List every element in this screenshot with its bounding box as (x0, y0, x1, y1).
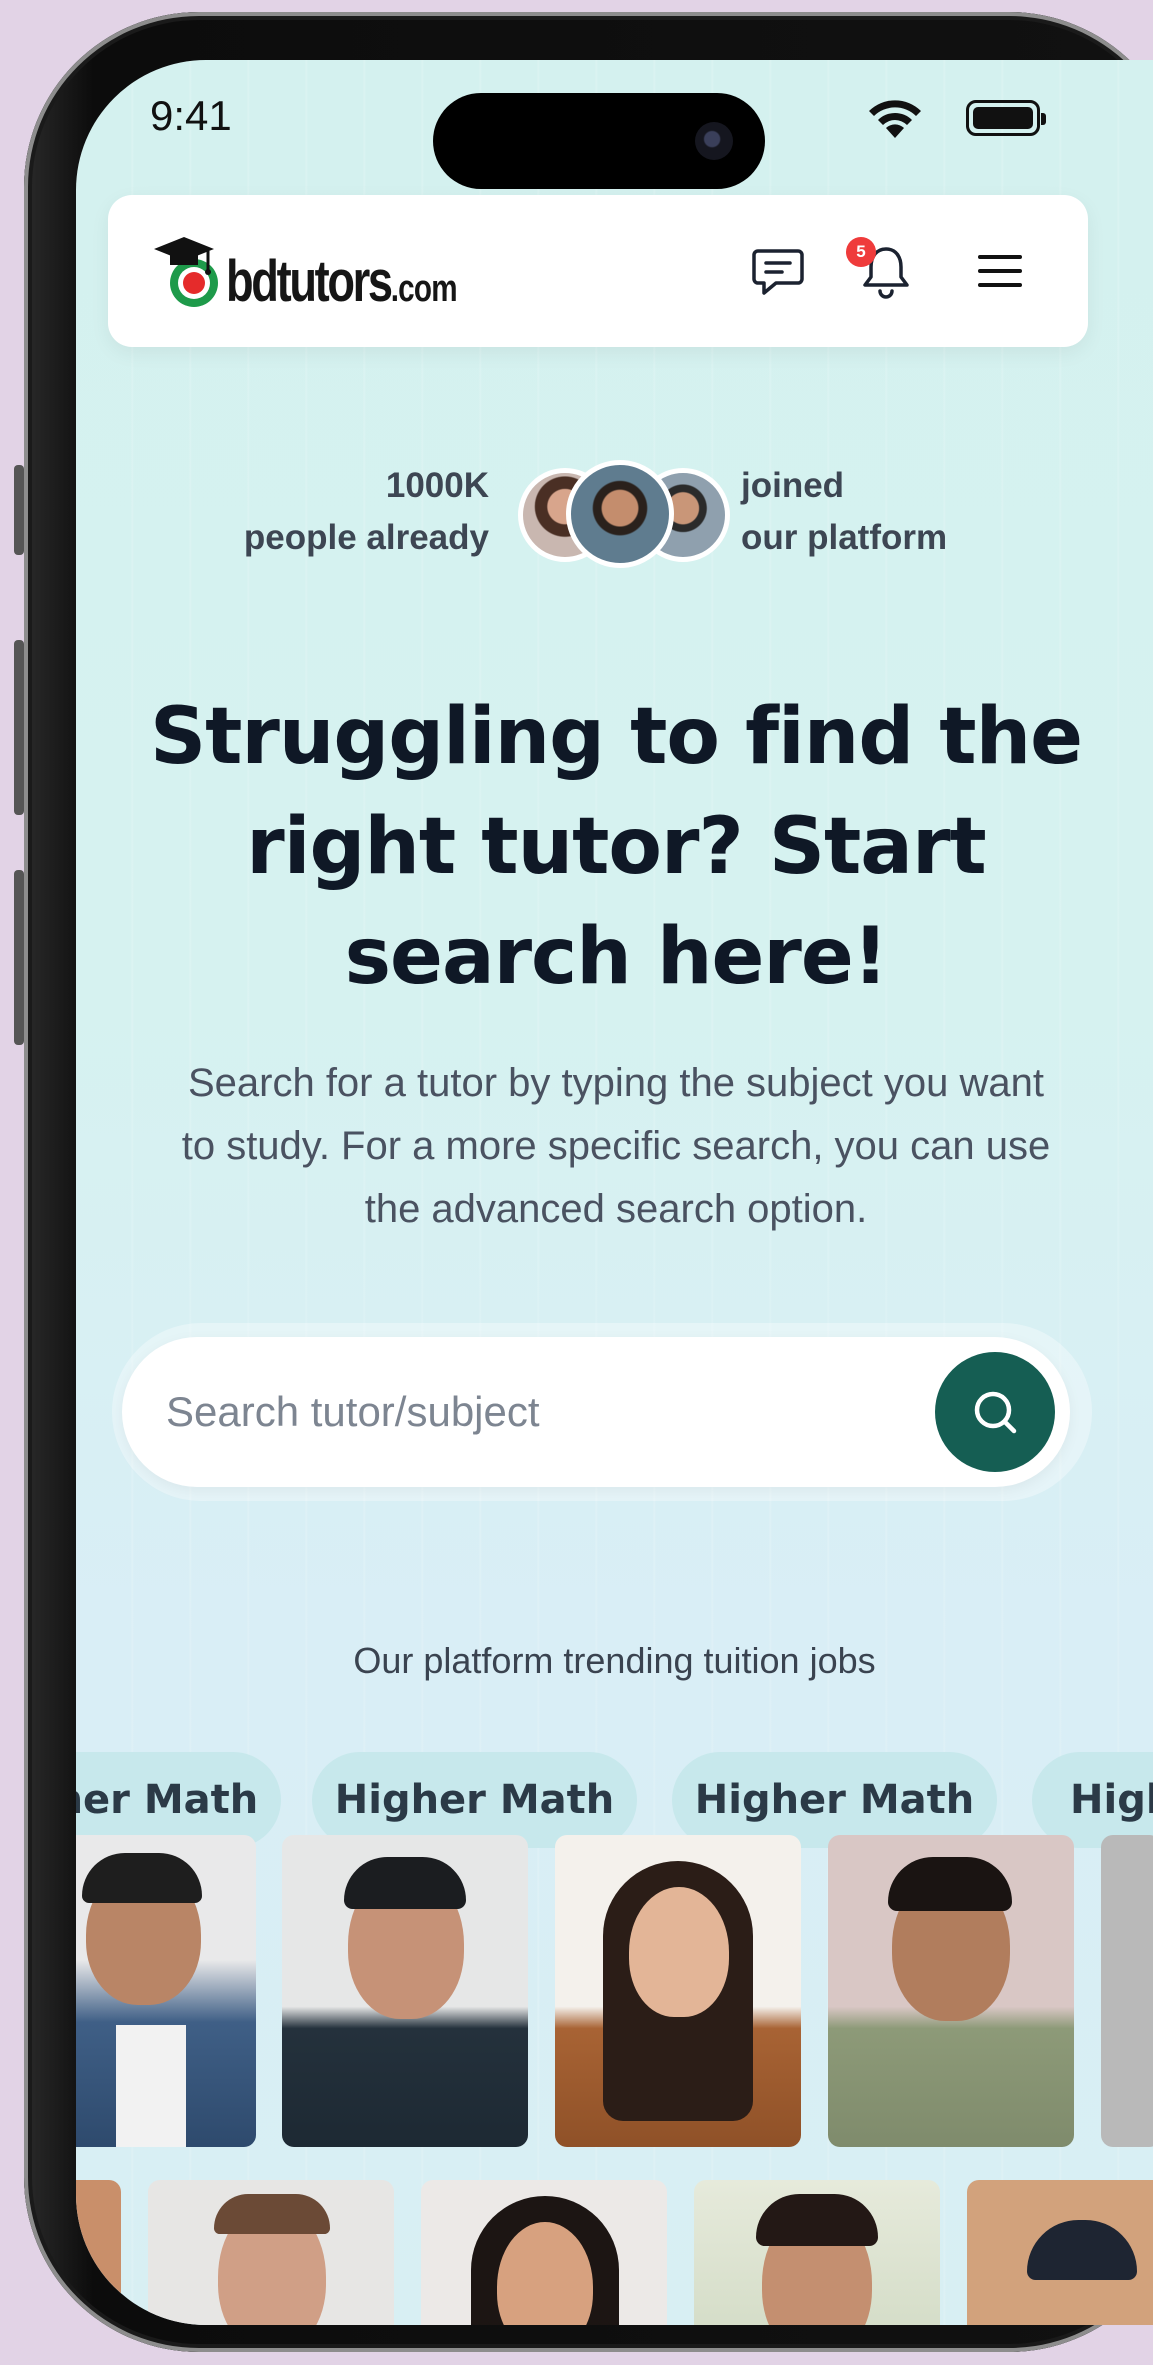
search-input[interactable] (166, 1367, 926, 1457)
search-icon (974, 1391, 1017, 1434)
logo-text: bdtutors.com (226, 249, 458, 314)
avatar (566, 460, 674, 568)
volume-up-button (14, 640, 24, 815)
tutor-card[interactable] (148, 2180, 394, 2325)
tutor-card[interactable] (555, 1835, 801, 2147)
tutor-card[interactable] (694, 2180, 940, 2325)
social-proof-left: 1000K people already (171, 460, 489, 564)
bdtutors-logo[interactable]: bdtutors.com (150, 231, 522, 311)
hamburger-menu-icon[interactable] (970, 241, 1030, 301)
action-button (14, 465, 24, 555)
search-bar (122, 1337, 1070, 1487)
battery-icon (966, 100, 1046, 136)
tutor-card[interactable] (421, 2180, 667, 2325)
social-proof-platform: our platform (741, 518, 948, 557)
user-count: 1000K (385, 466, 489, 505)
notification-badge: 5 (846, 237, 876, 267)
social-proof-joined: joined (741, 466, 845, 505)
tutor-card[interactable] (282, 1835, 528, 2147)
phone-screen: 9:41 bdtutors.com 5 1000K people already… (76, 60, 1153, 2325)
avatar-group (518, 460, 730, 570)
hero-headline: Struggling to find the right tutor? Star… (149, 692, 1083, 1002)
trending-title: Our platform trending tuition jobs (353, 1640, 876, 1681)
tutor-card[interactable] (76, 1835, 256, 2147)
graduation-cap-icon (150, 231, 230, 311)
tutor-card[interactable] (76, 2180, 121, 2325)
search-button[interactable] (935, 1352, 1055, 1472)
wifi-icon (869, 100, 921, 138)
volume-down-button (14, 870, 24, 1045)
top-navbar: bdtutors.com 5 (108, 195, 1088, 347)
trending-chip[interactable]: Higher Math (1032, 1752, 1153, 1848)
social-proof-right: joined our platform (741, 460, 1001, 564)
tutor-card[interactable] (967, 2180, 1153, 2325)
tutor-card[interactable] (828, 1835, 1074, 2147)
trending-chip[interactable]: Higher Math (312, 1752, 637, 1848)
social-proof-text: people already (243, 518, 489, 557)
trending-chip[interactable]: Higher Math (672, 1752, 997, 1848)
dynamic-island (433, 93, 765, 189)
hero-description: Search for a tutor by typing the subject… (181, 1061, 1051, 1231)
chat-icon[interactable] (748, 241, 808, 301)
tutor-card[interactable] (1101, 1835, 1153, 2147)
camera-icon (695, 122, 733, 160)
trending-chip[interactable]: Higher Math (76, 1752, 281, 1848)
status-time: 9:41 (150, 92, 232, 139)
